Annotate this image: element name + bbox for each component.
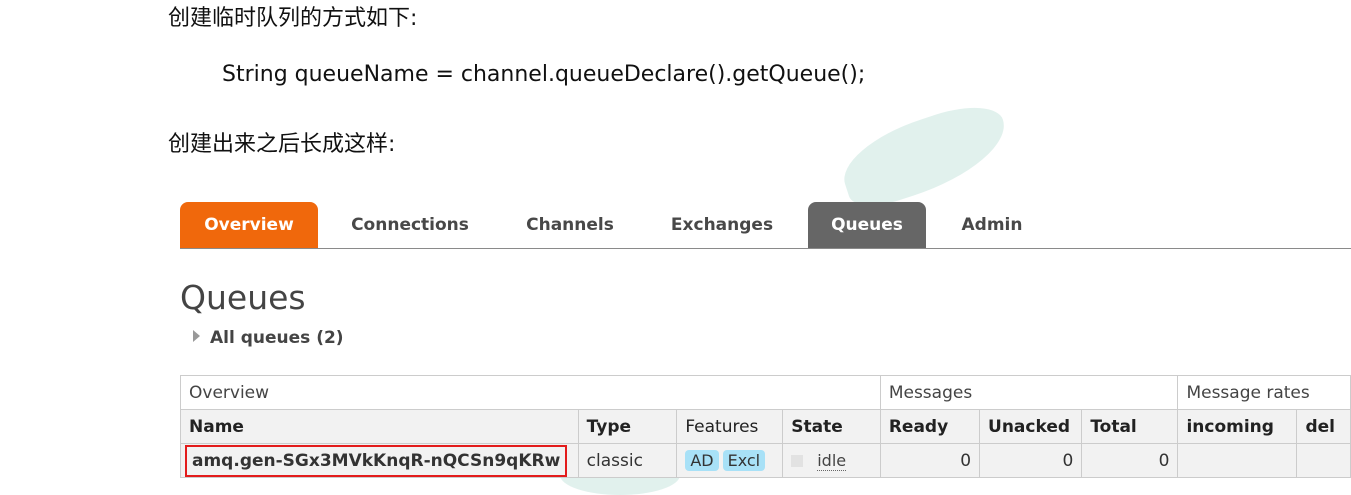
code-line: String queueName = channel.queueDeclare(… [222, 62, 866, 87]
state-label: idle [817, 450, 847, 471]
table-row: amq.gen-SGx3MVkKnqR-nQCSn9qKRw classic A… [180, 443, 1351, 478]
tab-queues[interactable]: Queues [808, 202, 926, 248]
state-indicator-icon [791, 454, 804, 467]
queue-name-cell: amq.gen-SGx3MVkKnqR-nQCSn9qKRw [180, 443, 579, 478]
intro-text: 创建临时队列的方式如下: [168, 6, 418, 31]
col-deliver[interactable]: del [1296, 409, 1351, 444]
col-total[interactable]: Total [1081, 409, 1179, 444]
all-queues-toggle[interactable]: All queues (2) [193, 328, 344, 348]
group-header-overview: Overview [180, 375, 881, 410]
group-header-message-rates: Message rates [1177, 375, 1351, 410]
tab-overview[interactable]: Overview [180, 202, 318, 248]
queue-state: idle [782, 443, 881, 478]
queue-features: AD Excl [676, 443, 784, 478]
col-incoming[interactable]: incoming [1177, 409, 1298, 444]
tab-connections[interactable]: Connections [335, 202, 485, 248]
col-unacked[interactable]: Unacked [979, 409, 1083, 444]
deliver-rate [1296, 443, 1351, 478]
tab-admin[interactable]: Admin [947, 202, 1037, 248]
unacked-count: 0 [979, 443, 1083, 478]
col-features: Features [676, 409, 784, 444]
queue-type: classic [577, 443, 678, 478]
watermark-shape [833, 95, 1017, 215]
col-ready[interactable]: Ready [879, 409, 981, 444]
all-queues-label: All queues (2) [210, 328, 344, 348]
col-type[interactable]: Type [577, 409, 678, 444]
page-title: Queues [180, 278, 306, 317]
total-count: 0 [1081, 443, 1179, 478]
tab-exchanges[interactable]: Exchanges [657, 202, 787, 248]
tab-channels[interactable]: Channels [510, 202, 630, 248]
top-nav: Overview Connections Channels Exchanges … [180, 202, 1351, 249]
feature-excl-badge: Excl [722, 450, 766, 471]
incoming-rate [1177, 443, 1298, 478]
col-name[interactable]: Name [180, 409, 579, 444]
ready-count: 0 [879, 443, 981, 478]
result-text: 创建出来之后长成这样: [168, 132, 396, 157]
expand-triangle-icon [193, 330, 200, 342]
col-state[interactable]: State [782, 409, 881, 444]
queues-table: Overview Messages Message rates Name Typ… [180, 375, 1351, 478]
feature-ad-badge: AD [685, 450, 719, 471]
group-header-messages: Messages [879, 375, 1179, 410]
queue-name-link[interactable]: amq.gen-SGx3MVkKnqR-nQCSn9qKRw [184, 444, 568, 477]
